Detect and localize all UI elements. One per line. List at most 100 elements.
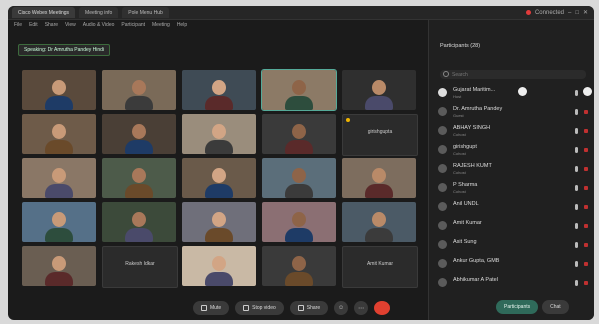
participant-video-tile[interactable] — [22, 246, 96, 286]
participant-silhouette — [285, 212, 313, 242]
participant-video-tile[interactable] — [261, 69, 337, 111]
menu-meeting[interactable]: Meeting — [152, 22, 170, 28]
participant-row[interactable]: girishgupt Cohost — [436, 141, 592, 160]
participant-silhouette — [125, 212, 153, 242]
menu-file[interactable]: File — [14, 22, 22, 28]
participants-title: Participants (28) — [440, 43, 481, 49]
participant-video-tile[interactable] — [342, 70, 416, 110]
participant-video-tile[interactable] — [102, 114, 176, 154]
participant-row[interactable]: Asit Sung — [436, 236, 592, 255]
microphone-icon — [575, 147, 578, 153]
participant-video-tile[interactable] — [342, 202, 416, 242]
participant-row[interactable]: Amit Kumar — [436, 217, 592, 236]
participant-row[interactable]: RAJESH KUMT Cohost — [436, 160, 592, 179]
participant-list: Gujarat Maritim... Host Dr. Amrutha Pandey… — [436, 84, 592, 293]
tab-meeting-info[interactable]: Meeting info — [79, 7, 119, 18]
stop-video-button[interactable]: Stop video — [235, 301, 284, 315]
participant-row[interactable]: Anil UNDL — [436, 198, 592, 217]
participant-name-tile[interactable]: Rakesh Idkar — [102, 246, 178, 288]
menu-audio-video[interactable]: Audio & Video — [83, 22, 115, 28]
host-options-icon[interactable] — [518, 87, 527, 96]
participant-row[interactable]: P Sharma Cohost — [436, 179, 592, 198]
participant-video-tile[interactable] — [182, 158, 256, 198]
avatar — [438, 221, 447, 230]
participant-name-tile[interactable]: Amit Kumar — [342, 246, 418, 288]
participant-row[interactable]: Gujarat Maritim... Host — [436, 84, 592, 103]
participant-video-tile[interactable] — [102, 70, 176, 110]
webex-window: Cisco Webex Meetings Meeting info Pole M… — [8, 6, 594, 320]
participants-button[interactable]: Participants — [496, 300, 539, 314]
microphone-icon — [575, 261, 578, 267]
participant-video-tile[interactable] — [22, 114, 96, 154]
participant-name: girishgupta — [367, 129, 393, 135]
more-options-button[interactable]: ⋯ — [354, 301, 369, 315]
menu-share[interactable]: Share — [45, 22, 58, 28]
participant-row[interactable]: Dr. Amrutha Pandey Guest — [436, 103, 592, 122]
participant-video-tile[interactable] — [22, 70, 96, 110]
search-placeholder: Search — [452, 71, 468, 78]
close-icon[interactable]: ✕ — [583, 9, 588, 16]
participant-name: ABHAY SINGH — [453, 125, 491, 131]
participants-search[interactable]: Search — [440, 70, 586, 79]
camera-off-icon — [584, 110, 588, 114]
menu-help[interactable]: Help — [177, 22, 187, 28]
tab-pole-menu[interactable]: Pole Menu Hub — [122, 7, 169, 18]
participant-role: Cohost — [453, 151, 466, 156]
menu-bar: File Edit Share View Audio & Video Parti… — [8, 20, 434, 30]
participant-silhouette — [365, 168, 393, 198]
participant-video-tile[interactable] — [22, 158, 96, 198]
camera-off-icon — [584, 186, 588, 190]
participant-row[interactable]: Abhikumar A Patel — [436, 274, 592, 293]
share-button[interactable]: Share — [289, 301, 329, 315]
mute-button[interactable]: Mute — [193, 301, 230, 315]
participant-name: Ankur Gupta, GMB — [453, 258, 500, 264]
participant-name: Asit Sung — [453, 239, 477, 245]
participant-role: Cohost — [453, 170, 466, 175]
participant-video-tile[interactable] — [342, 158, 416, 198]
participant-video-tile[interactable] — [182, 114, 256, 154]
recording-icon — [525, 10, 531, 15]
participant-silhouette — [285, 168, 313, 198]
menu-edit[interactable]: Edit — [29, 22, 38, 28]
maximize-icon[interactable]: □ — [575, 10, 579, 16]
video-grid: girishgupta Rakesh Idkar Amit Kumar — [22, 69, 422, 288]
participant-video-tile[interactable] — [182, 246, 256, 286]
participant-video-tile[interactable] — [262, 246, 336, 286]
participant-video-tile[interactable] — [102, 202, 176, 242]
participant-video-tile[interactable] — [102, 158, 176, 198]
avatar — [438, 202, 447, 211]
participant-video-tile[interactable] — [262, 158, 336, 198]
more-icon: ⋯ — [358, 305, 365, 312]
participant-silhouette — [45, 124, 73, 154]
participant-name-tile[interactable]: girishgupta — [342, 114, 418, 156]
camera-off-icon — [584, 243, 588, 247]
status-label: Connected — [534, 9, 564, 16]
menu-participant[interactable]: Participant — [121, 22, 145, 28]
participant-row[interactable]: Ankur Gupta, GMB — [436, 255, 592, 274]
microphone-icon — [575, 280, 578, 286]
participant-row[interactable]: ABHAY SINGH Cohost — [436, 122, 592, 141]
avatar — [438, 164, 447, 173]
more-options-icon[interactable] — [583, 87, 592, 96]
participant-video-tile[interactable] — [22, 202, 96, 242]
tab-webex[interactable]: Cisco Webex Meetings — [12, 7, 76, 18]
participant-name: girishgupt — [453, 144, 477, 150]
minimize-icon[interactable]: – — [568, 10, 571, 16]
participant-name: RAJESH KUMT — [453, 163, 492, 169]
microphone-icon — [575, 109, 578, 115]
camera-icon — [243, 305, 250, 311]
microphone-icon — [575, 242, 578, 248]
reactions-button[interactable]: ☺ — [334, 301, 349, 315]
camera-off-icon — [584, 167, 588, 171]
participant-video-tile[interactable] — [182, 70, 256, 110]
chat-button[interactable]: Chat — [542, 300, 569, 314]
participant-video-tile[interactable] — [262, 114, 336, 154]
leave-meeting-button[interactable] — [374, 301, 391, 315]
participant-video-tile[interactable] — [262, 202, 336, 242]
panel-toggles: Participants Chat — [496, 300, 569, 314]
avatar — [438, 126, 447, 135]
avatar — [438, 259, 447, 268]
participant-video-tile[interactable] — [182, 202, 256, 242]
menu-view[interactable]: View — [65, 22, 76, 28]
microphone-icon — [575, 90, 578, 96]
